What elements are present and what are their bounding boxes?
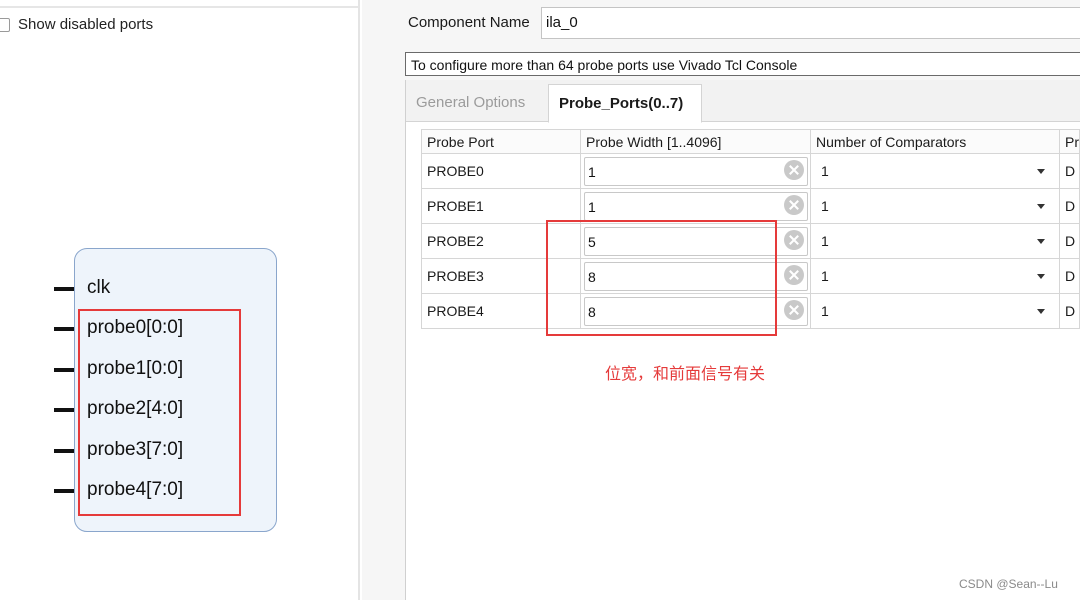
chevron-down-icon[interactable] [1036,169,1045,174]
clear-icon[interactable] [784,230,805,250]
table-header-row: Probe Port Probe Width [1..4096] Number … [420,129,1080,154]
tab-probe-ports[interactable]: Probe_Ports(0..7) [548,84,702,123]
comparators-value: 1 [821,303,829,319]
column-header-comparators: Number of Comparators [810,129,1060,154]
pin-line [54,449,74,453]
clear-icon[interactable] [784,300,805,320]
partial-column-cell: D [1058,223,1080,259]
clear-icon[interactable] [784,160,805,180]
clear-icon[interactable] [784,195,805,215]
probe-width-input[interactable]: 1 [584,157,809,186]
table-row: PROBE0 1 1 D [420,153,1080,189]
probe-port-cell: PROBE1 [420,188,582,224]
pin-line [54,368,74,372]
chevron-down-icon[interactable] [1036,274,1045,279]
probe-width-cell: 1 [580,188,812,224]
column-header-probe-width: Probe Width [1..4096] [580,129,812,154]
pin-line [54,408,74,412]
comparators-dropdown[interactable]: 1 [810,188,1060,224]
chevron-down-icon[interactable] [1036,309,1045,314]
column-header-probe-port: Probe Port [420,129,582,154]
comparators-dropdown[interactable]: 1 [810,293,1060,329]
tcl-console-notice: To configure more than 64 probe ports us… [405,52,1080,76]
tab-strip: General Options Probe_Ports(0..7) [406,80,1080,123]
partial-column-cell: D [1058,153,1080,189]
pin-clk: clk [0,274,200,304]
pin-line [54,489,74,493]
comparators-dropdown[interactable]: 1 [810,153,1060,189]
annotation-note: 位宽，和前面信号有关 [605,364,766,383]
comparators-value: 1 [821,163,829,179]
highlight-box-probe-widths [546,220,777,336]
partial-column-cell: D [1058,293,1080,329]
comparators-value: 1 [821,233,829,249]
probe-width-cell: 1 [580,153,812,189]
comparators-dropdown[interactable]: 1 [810,223,1060,259]
comparators-value: 1 [821,268,829,284]
show-disabled-ports-toggle[interactable]: Show disabled ports [0,16,153,33]
chevron-down-icon[interactable] [1036,204,1045,209]
pin-label: clk [87,277,111,298]
partial-column-cell: D [1058,258,1080,294]
comparators-dropdown[interactable]: 1 [810,258,1060,294]
comparators-value: 1 [821,198,829,214]
partial-column-cell: D [1058,188,1080,224]
probe-width-input[interactable]: 1 [584,192,809,221]
watermark: CSDN @Sean--Lu [959,577,1058,591]
show-disabled-ports-label: Show disabled ports [18,16,154,33]
clear-icon[interactable] [784,265,805,285]
chevron-down-icon[interactable] [1036,239,1045,244]
column-header-partial: Pr [1058,129,1080,154]
tab-general-options[interactable]: General Options [406,84,546,122]
probe-port-cell: PROBE0 [420,153,582,189]
symbol-panel: Show disabled ports clk probe0[0:0] prob… [0,0,360,600]
panel-divider [0,6,358,8]
component-name-label: Component Name [408,14,530,31]
pin-line [54,327,74,331]
pin-line [54,287,74,291]
show-disabled-ports-checkbox[interactable] [0,17,10,32]
table-row: PROBE1 1 1 D [420,188,1080,224]
component-name-input[interactable]: ila_0 [541,7,1080,39]
highlight-box-probe-pins [78,309,241,516]
